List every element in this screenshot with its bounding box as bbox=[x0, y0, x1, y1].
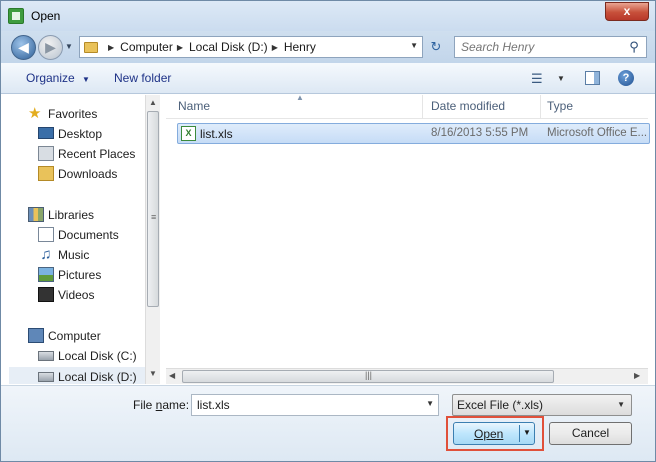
address-bar[interactable]: ▶ Computer ▶ Local Disk (D:) ▶ Henry ▼ bbox=[79, 36, 423, 58]
navigation-pane-scrollbar[interactable]: ▲ ≡ ▼ bbox=[145, 95, 160, 384]
search-input[interactable] bbox=[459, 39, 619, 55]
nav-favorites[interactable]: ★ Favorites bbox=[9, 104, 152, 124]
search-box[interactable]: ⚲ bbox=[454, 36, 647, 58]
cancel-button[interactable]: Cancel bbox=[549, 422, 632, 445]
breadcrumb-local-disk-d[interactable]: Local Disk (D:) bbox=[189, 40, 268, 54]
close-icon: x bbox=[623, 4, 631, 18]
excel-app-icon bbox=[8, 8, 24, 24]
star-icon: ★ bbox=[28, 105, 42, 122]
close-button[interactable]: x bbox=[605, 2, 649, 21]
nav-item-recent-places[interactable]: Recent Places bbox=[9, 144, 152, 164]
file-name-combobox[interactable]: ▼ bbox=[191, 394, 439, 416]
column-divider[interactable] bbox=[422, 95, 423, 119]
address-dropdown-icon[interactable]: ▼ bbox=[410, 41, 418, 50]
refresh-button[interactable]: ↻ bbox=[426, 36, 446, 58]
chevron-down-icon: ▼ bbox=[82, 75, 90, 84]
scroll-down-icon[interactable]: ▼ bbox=[149, 369, 157, 378]
nav-item-videos[interactable]: Videos bbox=[9, 285, 152, 305]
grip-icon: ≡ bbox=[151, 212, 157, 222]
help-icon[interactable]: ? bbox=[618, 70, 634, 86]
scroll-right-icon[interactable]: ▶ bbox=[634, 371, 640, 380]
chevron-down-icon: ▼ bbox=[617, 400, 625, 409]
sort-ascending-icon: ▲ bbox=[296, 93, 304, 102]
file-type: Microsoft Office E... bbox=[547, 127, 648, 139]
downloads-folder-icon bbox=[38, 166, 54, 181]
column-divider[interactable] bbox=[540, 95, 541, 119]
file-list: ▲ Name Date modified Type X list.xls 8/1… bbox=[166, 93, 650, 384]
navigation-pane: ★ Favorites Desktop Recent Places Downlo… bbox=[9, 95, 160, 384]
scroll-up-icon[interactable]: ▲ bbox=[149, 98, 157, 107]
file-name-label: File name: bbox=[133, 398, 190, 412]
chevron-right-icon[interactable]: ▶ bbox=[177, 43, 183, 52]
hard-disk-icon bbox=[38, 372, 54, 382]
pictures-icon bbox=[38, 267, 54, 282]
open-button[interactable]: Open ▼ bbox=[453, 422, 535, 445]
nav-item-music[interactable]: ♫ Music bbox=[9, 245, 152, 265]
grip-icon: ||| bbox=[365, 370, 373, 380]
nav-item-local-disk-d[interactable]: Local Disk (D:) bbox=[9, 367, 152, 384]
new-folder-button[interactable]: New folder bbox=[114, 71, 171, 85]
scrollbar-thumb[interactable]: ≡ bbox=[147, 111, 159, 307]
documents-icon bbox=[38, 227, 54, 242]
window-title: Open bbox=[31, 9, 61, 23]
command-bar: Organize ▼ New folder ☰ ▼ ? bbox=[1, 63, 655, 94]
breadcrumb-henry[interactable]: Henry bbox=[284, 40, 316, 54]
folder-icon bbox=[84, 41, 98, 53]
back-button[interactable]: ◀ bbox=[11, 35, 36, 60]
split-divider bbox=[519, 425, 520, 442]
file-name: list.xls bbox=[200, 127, 233, 141]
nav-item-local-disk-c[interactable]: Local Disk (C:) bbox=[9, 346, 152, 366]
column-date-modified[interactable]: Date modified bbox=[431, 99, 505, 113]
views-icon[interactable]: ☰ bbox=[531, 71, 543, 87]
preview-pane-icon[interactable] bbox=[585, 71, 600, 85]
open-options-dropdown-icon[interactable]: ▼ bbox=[523, 428, 531, 437]
chevron-down-icon[interactable]: ▼ bbox=[426, 399, 434, 408]
arrow-left-icon: ◀ bbox=[18, 39, 29, 55]
nav-item-downloads[interactable]: Downloads bbox=[9, 164, 152, 184]
file-type-filter[interactable]: Excel File (*.xls) ▼ bbox=[452, 394, 632, 416]
recent-places-icon bbox=[38, 146, 54, 161]
column-name[interactable]: Name bbox=[178, 99, 210, 113]
file-type-filter-value: Excel File (*.xls) bbox=[457, 398, 544, 412]
views-dropdown-icon[interactable]: ▼ bbox=[557, 74, 565, 83]
hard-disk-icon bbox=[38, 351, 54, 361]
excel-file-icon: X bbox=[181, 126, 196, 141]
scrollbar-thumb[interactable]: ||| bbox=[182, 370, 554, 383]
file-name-input[interactable] bbox=[195, 397, 415, 413]
file-date-modified: 8/16/2013 5:55 PM bbox=[431, 127, 529, 139]
computer-icon bbox=[28, 328, 44, 343]
file-list-horizontal-scrollbar[interactable]: ◀ ||| ▶ bbox=[166, 368, 648, 384]
breadcrumb-computer[interactable]: Computer bbox=[120, 40, 173, 54]
search-icon[interactable]: ⚲ bbox=[626, 39, 642, 55]
arrow-right-icon: ▶ bbox=[45, 39, 56, 55]
chevron-right-icon[interactable]: ▶ bbox=[108, 43, 114, 52]
nav-libraries[interactable]: Libraries bbox=[9, 205, 152, 225]
column-header-row: ▲ Name Date modified Type bbox=[166, 93, 648, 119]
address-row: ◀ ▶ ▼ ▶ Computer ▶ Local Disk (D:) ▶ Hen… bbox=[1, 31, 655, 63]
scroll-left-icon[interactable]: ◀ bbox=[169, 371, 175, 380]
organize-button[interactable]: Organize ▼ bbox=[26, 71, 90, 85]
recent-locations-dropdown[interactable]: ▼ bbox=[65, 41, 75, 53]
refresh-icon: ↻ bbox=[430, 39, 442, 54]
file-row-list-xls[interactable]: X list.xls 8/16/2013 5:55 PM Microsoft O… bbox=[177, 123, 650, 144]
chevron-right-icon[interactable]: ▶ bbox=[272, 43, 278, 52]
desktop-icon bbox=[38, 127, 54, 139]
music-note-icon: ♫ bbox=[40, 246, 52, 263]
nav-computer[interactable]: Computer bbox=[9, 326, 152, 346]
title-bar: Open x bbox=[1, 1, 655, 31]
file-name-area: File name: ▼ Excel File (*.xls) ▼ Open ▼… bbox=[1, 385, 655, 461]
forward-button[interactable]: ▶ bbox=[38, 35, 63, 60]
column-type[interactable]: Type bbox=[547, 99, 573, 113]
videos-icon bbox=[38, 287, 54, 302]
nav-item-desktop[interactable]: Desktop bbox=[9, 124, 152, 144]
nav-item-pictures[interactable]: Pictures bbox=[9, 265, 152, 285]
libraries-icon bbox=[28, 207, 44, 222]
open-dialog: Open x ◀ ▶ ▼ ▶ Computer ▶ Local Disk (D:… bbox=[0, 0, 656, 462]
nav-item-documents[interactable]: Documents bbox=[9, 225, 152, 245]
